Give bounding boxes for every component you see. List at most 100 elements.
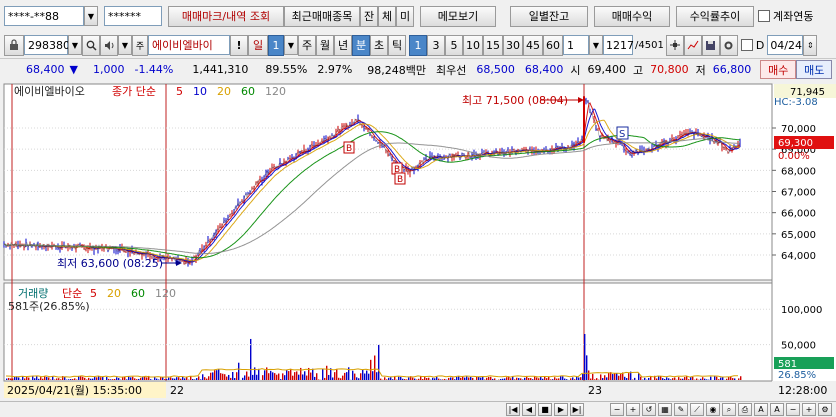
volume-bar — [178, 377, 180, 380]
speaker-icon[interactable] — [100, 34, 118, 56]
scroll-last-icon[interactable]: ▶| — [570, 403, 584, 416]
volume-bar — [86, 379, 88, 380]
font-decrease-icon[interactable]: A — [754, 403, 768, 416]
price-chart[interactable]: 에이비엘바이오 종가 단순 5 10 20 60 120 최고 71,500 (08:0… — [0, 80, 836, 402]
ma-label: 종가 단순 — [112, 85, 156, 98]
period-num-button[interactable]: 1 — [268, 34, 284, 56]
print-icon[interactable]: ⎙ — [738, 403, 752, 416]
password-input[interactable]: ****** — [104, 6, 162, 26]
volume-bar — [276, 374, 278, 380]
price-change: 1,000 — [92, 63, 125, 76]
volume-bar — [338, 377, 340, 380]
date-input[interactable]: 04/24 — [767, 35, 804, 55]
interval-dropdown-icon[interactable]: ▼ — [589, 35, 603, 55]
tool-icon[interactable]: ✎ — [674, 403, 688, 416]
buy-button[interactable]: 매수 — [760, 60, 797, 79]
grid-icon[interactable]: ▦ — [658, 403, 672, 416]
trade-profit-button[interactable]: 매매수익 — [594, 5, 670, 27]
volume-bar — [196, 378, 198, 380]
buy-marker-icon[interactable]: B — [343, 141, 355, 154]
volume-bar — [354, 373, 356, 380]
scroll-stop-icon[interactable]: ■ — [538, 403, 552, 416]
font-minus-icon[interactable]: − — [786, 403, 800, 416]
profit-trend-button[interactable]: 수익률추이 — [676, 5, 754, 27]
scroll-first-icon[interactable]: |◀ — [506, 403, 520, 416]
account-input[interactable]: ****-**88 — [4, 6, 84, 26]
date-checkbox[interactable] — [740, 39, 753, 51]
volume-bar — [460, 377, 462, 380]
period-tick-button[interactable]: 틱 — [388, 34, 406, 56]
scroll-prev-icon[interactable]: ◀ — [522, 403, 536, 416]
alert-button[interactable]: ! — [230, 34, 248, 56]
save-icon[interactable] — [701, 34, 720, 56]
zoom-in-icon[interactable]: + — [626, 403, 640, 416]
ma-legend-item: 5 — [176, 85, 183, 98]
interval-10-button[interactable]: 10 — [463, 34, 483, 56]
scroll-next-icon[interactable]: ▶ — [554, 403, 568, 416]
account-toolbar: ****-**88 ▼ ****** 매매마크/내역 조회 최근매매종목 잔 체… — [0, 0, 836, 32]
interval-1-button[interactable]: 1 — [409, 34, 427, 56]
volume-bar — [222, 373, 224, 380]
period-month-button[interactable]: 월 — [316, 34, 334, 56]
interval-45-button[interactable]: 45 — [523, 34, 543, 56]
daily-balance-button[interactable]: 일별잔고 — [510, 5, 588, 27]
buy-marker-icon[interactable]: B — [394, 172, 406, 185]
account-dropdown-icon[interactable]: ▼ — [84, 6, 98, 26]
period-day-button[interactable]: 일 — [248, 34, 268, 56]
price-tick-label: 65,000 — [781, 230, 816, 241]
stock-name-field[interactable]: 에이비엘바이 — [148, 35, 230, 55]
interval-3-button[interactable]: 3 — [427, 34, 445, 56]
count-input[interactable]: 1217 — [603, 35, 634, 55]
recent-trades-button[interactable]: 최근매매종목 — [284, 5, 360, 27]
stock-type-icon[interactable]: 주 — [132, 34, 148, 56]
interval-15-button[interactable]: 15 — [483, 34, 503, 56]
volume-bar — [72, 378, 74, 380]
indicator-icon[interactable] — [683, 34, 702, 56]
code-dropdown-icon[interactable]: ▼ — [68, 35, 82, 55]
mark-history-button[interactable]: 매매마크/내역 조회 — [168, 5, 284, 27]
volume-pct: 26.85% — [778, 370, 816, 381]
period-year-button[interactable]: 년 — [334, 34, 352, 56]
period-minute-button[interactable]: 분 — [352, 34, 370, 56]
memo-button[interactable]: 메모보기 — [420, 5, 496, 27]
volume-bar — [28, 377, 30, 380]
interval-30-button[interactable]: 30 — [503, 34, 523, 56]
volume-bar — [390, 377, 392, 380]
period-dropdown-icon[interactable]: ▼ — [284, 35, 298, 55]
draw-icon[interactable]: ⟋ — [690, 403, 704, 416]
interval-60-button[interactable]: 60 — [543, 34, 563, 56]
speaker-dropdown-icon[interactable]: ▼ — [118, 35, 132, 55]
camera-icon[interactable]: ◉ — [706, 403, 720, 416]
unexecuted-tab[interactable]: 미 — [396, 5, 414, 27]
font-increase-icon[interactable]: A — [770, 403, 784, 416]
chart-title: 에이비엘바이오 — [14, 85, 85, 98]
date-spin-icon[interactable]: ⇕ — [803, 34, 818, 56]
balance-tab[interactable]: 잔 — [360, 5, 378, 27]
sell-marker-icon[interactable]: S — [616, 126, 629, 140]
period-second-button[interactable]: 초 — [370, 34, 388, 56]
volume-bar — [110, 379, 112, 380]
volume-bar — [594, 379, 596, 380]
zoom-icon[interactable]: ⌕ — [722, 403, 736, 416]
period-week-button[interactable]: 주 — [298, 34, 316, 56]
search-icon[interactable] — [82, 34, 100, 56]
interval-input[interactable]: 1 — [563, 35, 589, 55]
interval-5-button[interactable]: 5 — [445, 34, 463, 56]
count-total: /4501 — [635, 39, 664, 51]
volume-bar — [10, 378, 12, 380]
sell-button[interactable]: 매도 — [796, 60, 833, 79]
volume-bar — [314, 376, 316, 380]
volume-bar — [400, 376, 402, 380]
font-plus-icon[interactable]: + — [802, 403, 816, 416]
zoom-out-icon[interactable]: − — [610, 403, 624, 416]
settings-gear-icon[interactable]: ⚙ — [818, 403, 832, 416]
account-link-checkbox[interactable] — [758, 10, 770, 22]
reset-icon[interactable]: ↺ — [642, 403, 656, 416]
settings-icon[interactable] — [719, 34, 738, 56]
volume-bar — [524, 377, 526, 380]
volume-bar — [44, 376, 46, 380]
stock-code-input[interactable]: 298380 — [24, 35, 70, 55]
execution-tab[interactable]: 체 — [378, 5, 396, 27]
crosshair-icon[interactable] — [665, 34, 684, 56]
lock-icon[interactable] — [4, 34, 24, 56]
